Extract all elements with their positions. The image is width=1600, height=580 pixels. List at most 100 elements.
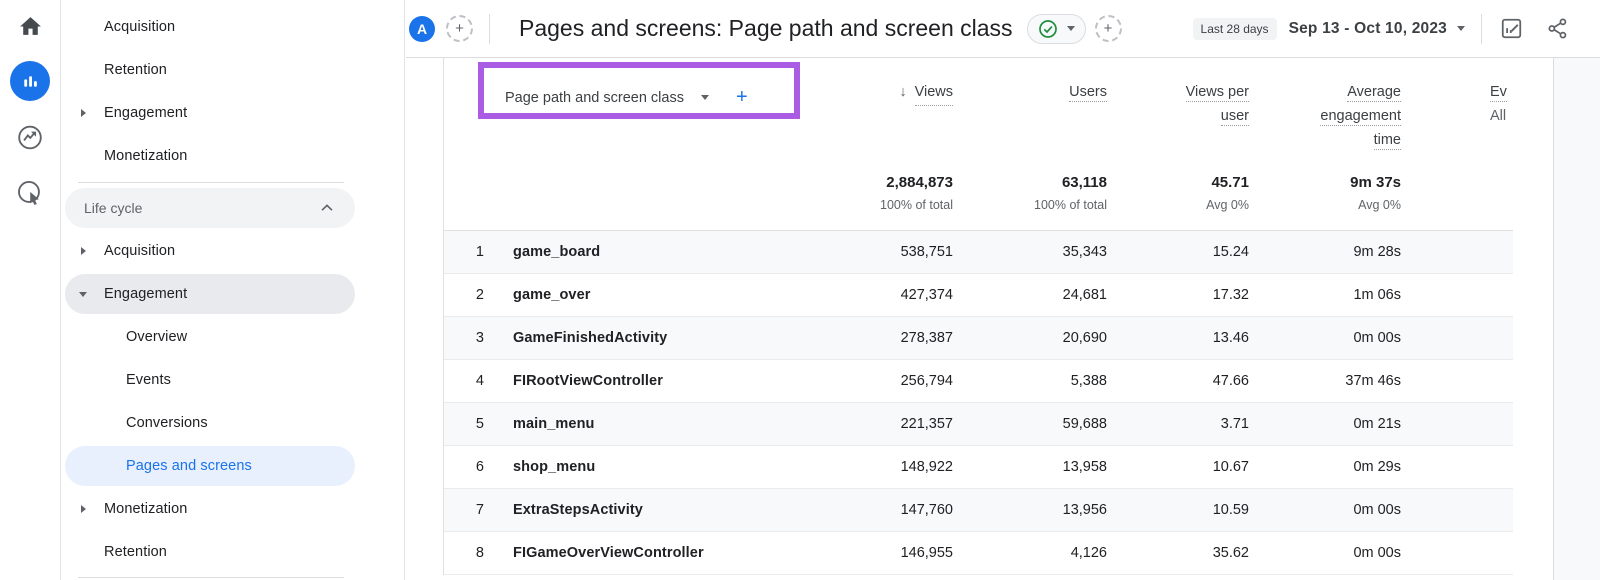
users-value: 4,126 xyxy=(953,532,1107,574)
date-range-selector[interactable]: Sep 13 - Oct 10, 2023 xyxy=(1289,20,1447,38)
sidebar-divider xyxy=(78,182,344,183)
page-name: game_over xyxy=(513,287,590,303)
add-comparison-button[interactable]: + xyxy=(446,15,473,42)
main-area: A + Pages and screens: Page path and scr… xyxy=(406,0,1600,580)
sidebar-item-monetization[interactable]: Monetization xyxy=(65,489,355,529)
views-value: 256,794 xyxy=(779,360,953,402)
users-value: 13,958 xyxy=(953,446,1107,488)
sidebar-item-label: Conversions xyxy=(126,415,208,431)
views-value: 278,387 xyxy=(779,317,953,359)
views-value: 221,357 xyxy=(779,403,953,445)
views-value: 538,751 xyxy=(779,231,953,273)
avatar[interactable]: A xyxy=(409,16,435,42)
sidebar-item-acquisition-top[interactable]: Acquisition xyxy=(65,7,355,47)
section-label: Life cycle xyxy=(84,200,142,216)
row-index: 7 xyxy=(444,502,484,518)
add-report-button[interactable]: + xyxy=(1095,15,1122,42)
dimension-dropdown-label: Page path and screen class xyxy=(505,90,684,106)
home-icon[interactable] xyxy=(17,13,43,39)
sort-desc-icon: ↓ xyxy=(899,80,906,104)
sidebar-item-label: Acquisition xyxy=(104,243,175,259)
users-value: 35,343 xyxy=(953,231,1107,273)
date-preset-badge: Last 28 days xyxy=(1193,18,1277,40)
sidebar-item-label: Retention xyxy=(104,62,167,78)
plus-icon: + xyxy=(455,20,464,37)
expanded-arrow-icon xyxy=(79,292,87,297)
sidebar-item-label: Engagement xyxy=(104,286,187,302)
avg-engagement-time-value: 9m 28s xyxy=(1249,231,1401,273)
dimension-dropdown[interactable]: Page path and screen class + xyxy=(505,86,779,109)
page-name: GameFinishedActivity xyxy=(513,330,667,346)
table-row: 8FIGameOverViewController 146,955 4,126 … xyxy=(444,532,1513,575)
column-header-views-per-user[interactable]: Views per user xyxy=(1107,58,1249,161)
dimension-header-cell: Page path and screen class + xyxy=(444,58,779,161)
row-index: 1 xyxy=(444,244,484,260)
advertising-icon[interactable] xyxy=(17,180,44,207)
totals-users: 63,118 100% of total xyxy=(953,161,1107,230)
column-header-views[interactable]: ↓ Views xyxy=(779,58,953,161)
table-totals-row: 2,884,873 100% of total 63,118 100% of t… xyxy=(444,161,1513,231)
sidebar-item-pages-and-screens[interactable]: Pages and screens xyxy=(65,446,355,486)
report-content: Page path and screen class + ↓ Views Use… xyxy=(406,58,1600,580)
column-label: Ev xyxy=(1490,84,1507,102)
sidebar-item-overview[interactable]: Overview xyxy=(65,317,355,357)
row-index: 8 xyxy=(444,545,484,561)
sidebar-item-acquisition[interactable]: Acquisition xyxy=(65,231,355,271)
avg-engagement-time-value: 0m 00s xyxy=(1249,532,1401,574)
column-header-event-count-clipped[interactable]: Ev All xyxy=(1401,58,1514,161)
sidebar-item-label: Pages and screens xyxy=(126,458,252,474)
reports-icon[interactable] xyxy=(10,61,50,101)
sidebar-section-life-cycle[interactable]: Life cycle xyxy=(65,188,355,228)
sidebar-item-monetization-top[interactable]: Monetization xyxy=(65,136,355,176)
users-value: 59,688 xyxy=(953,403,1107,445)
add-dimension-button[interactable]: + xyxy=(736,86,748,109)
sidebar-item-retention-top[interactable]: Retention xyxy=(65,50,355,90)
views-value: 148,922 xyxy=(779,446,953,488)
chevron-down-icon[interactable] xyxy=(1457,26,1465,31)
table-row: 1 game_board 538,751 35,343 15.24 9m 28s xyxy=(444,231,1513,274)
report-status-dropdown[interactable] xyxy=(1027,14,1086,44)
views-per-user-value: 15.24 xyxy=(1107,231,1249,273)
users-value: 5,388 xyxy=(953,360,1107,402)
column-header-avg-engagement-time[interactable]: Average engagement time xyxy=(1249,58,1401,161)
app-rail xyxy=(0,0,61,580)
column-label: Average engagement time xyxy=(1320,84,1401,150)
row-index: 2 xyxy=(444,287,484,303)
sidebar-item-label: Monetization xyxy=(104,501,187,517)
data-table: Page path and screen class + ↓ Views Use… xyxy=(443,58,1513,575)
sidebar-divider xyxy=(78,577,344,578)
avg-engagement-time-value: 0m 00s xyxy=(1249,317,1401,359)
sidebar-item-conversions[interactable]: Conversions xyxy=(65,403,355,443)
page-name: ExtraStepsActivity xyxy=(513,502,643,518)
table-row: 2game_over 427,374 24,681 17.32 1m 06s xyxy=(444,274,1513,317)
views-per-user-value: 17.32 xyxy=(1107,274,1249,316)
views-per-user-value: 10.59 xyxy=(1107,489,1249,531)
totals-views: 2,884,873 100% of total xyxy=(779,161,953,230)
column-header-users[interactable]: Users xyxy=(953,58,1107,161)
row-index: 6 xyxy=(444,459,484,475)
views-per-user-value: 13.46 xyxy=(1107,317,1249,359)
page-name: shop_menu xyxy=(513,459,595,475)
avg-engagement-time-value: 1m 06s xyxy=(1249,274,1401,316)
page-name: game_board xyxy=(513,244,600,260)
divider xyxy=(489,14,490,44)
table-row: 5main_menu 221,357 59,688 3.71 0m 21s xyxy=(444,403,1513,446)
collapsed-arrow-icon xyxy=(81,505,86,513)
sidebar-item-engagement[interactable]: Engagement xyxy=(65,274,355,314)
share-icon[interactable] xyxy=(1544,16,1570,42)
report-nav-sidebar: Acquisition Retention Engagement Monetiz… xyxy=(61,0,405,580)
avg-engagement-time-value: 0m 00s xyxy=(1249,489,1401,531)
row-index: 4 xyxy=(444,373,484,389)
page-name: FIGameOverViewController xyxy=(513,545,704,561)
customize-report-icon[interactable] xyxy=(1498,16,1524,42)
divider xyxy=(1481,14,1482,44)
explore-icon[interactable] xyxy=(17,124,44,151)
page-name: FIRootViewController xyxy=(513,373,663,389)
table-row: 6shop_menu 148,922 13,958 10.67 0m 29s xyxy=(444,446,1513,489)
page-title: Pages and screens: Page path and screen … xyxy=(519,15,1013,42)
collapsed-arrow-icon xyxy=(81,247,86,255)
sidebar-item-engagement-top[interactable]: Engagement xyxy=(65,93,355,133)
sidebar-item-events[interactable]: Events xyxy=(65,360,355,400)
users-value: 13,956 xyxy=(953,489,1107,531)
sidebar-item-retention[interactable]: Retention xyxy=(65,532,355,572)
